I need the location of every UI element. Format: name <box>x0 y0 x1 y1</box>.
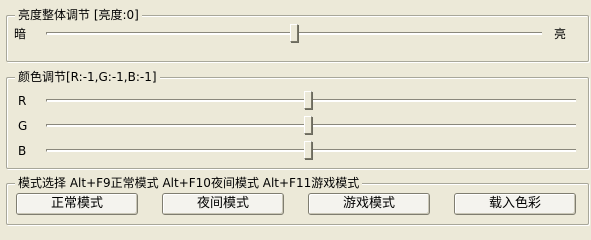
red-slider-thumb[interactable] <box>304 91 312 109</box>
brightness-max-label: 亮 <box>554 27 567 41</box>
brightness-group-title: 亮度整体调节 [亮度:0] <box>15 7 142 23</box>
blue-slider-thumb[interactable] <box>304 141 312 159</box>
brightness-slider-thumb[interactable] <box>290 24 298 42</box>
brightness-slider[interactable] <box>46 24 542 42</box>
game-mode-button[interactable]: 游戏模式 <box>308 193 430 215</box>
color-group-title: 颜色调节[R:-1,G:-1,B:-1] <box>15 69 160 85</box>
green-channel-label: G <box>18 119 28 133</box>
brightness-min-label: 暗 <box>14 27 27 41</box>
load-color-button[interactable]: 载入色彩 <box>454 193 576 215</box>
red-channel-label: R <box>18 94 27 108</box>
red-slider[interactable] <box>46 91 576 109</box>
blue-slider[interactable] <box>46 141 576 159</box>
night-mode-button[interactable]: 夜间模式 <box>162 193 284 215</box>
green-slider-thumb[interactable] <box>304 116 312 134</box>
normal-mode-button[interactable]: 正常模式 <box>16 193 138 215</box>
blue-channel-label: B <box>18 144 27 158</box>
green-slider[interactable] <box>46 116 576 134</box>
mode-group-title: 模式选择 Alt+F9正常模式 Alt+F10夜间模式 Alt+F11游戏模式 <box>15 175 363 191</box>
